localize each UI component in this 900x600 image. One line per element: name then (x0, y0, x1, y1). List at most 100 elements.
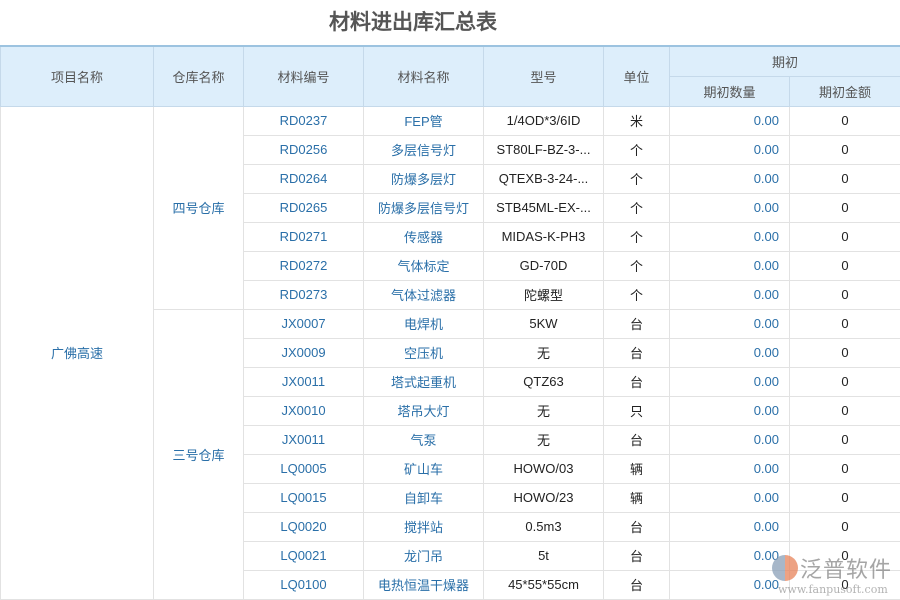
model-cell: 无 (484, 338, 604, 367)
model-cell: 无 (484, 396, 604, 425)
opening-qty-cell: 0.00 (670, 193, 790, 222)
material-code-cell[interactable]: RD0264 (244, 164, 364, 193)
material-code-cell[interactable]: JX0009 (244, 338, 364, 367)
material-code-cell[interactable]: RD0237 (244, 106, 364, 135)
model-cell: HOWO/03 (484, 454, 604, 483)
model-cell: STB45ML-EX-... (484, 193, 604, 222)
material-name-cell[interactable]: 龙门吊 (364, 541, 484, 570)
opening-qty-cell: 0.00 (670, 483, 790, 512)
header-code[interactable]: 材料编号 (244, 46, 364, 106)
unit-cell: 辆 (604, 483, 670, 512)
model-cell: MIDAS-K-PH3 (484, 222, 604, 251)
header-warehouse[interactable]: 仓库名称 (154, 46, 244, 106)
opening-amount-cell: 0 (790, 106, 900, 135)
watermark-en: www.fanpusoft.com (778, 583, 888, 596)
opening-amount-cell: 0 (790, 454, 900, 483)
unit-cell: 台 (604, 541, 670, 570)
table-row[interactable]: 广佛高速四号仓库RD0237FEP管1/4OD*3/6ID米0.000 (1, 106, 900, 135)
model-cell: 5KW (484, 309, 604, 338)
material-name-cell[interactable]: 电热恒温干燥器 (364, 570, 484, 599)
unit-cell: 台 (604, 512, 670, 541)
unit-cell: 台 (604, 367, 670, 396)
material-code-cell[interactable]: RD0256 (244, 135, 364, 164)
material-name-cell[interactable]: 塔式起重机 (364, 367, 484, 396)
opening-qty-cell: 0.00 (670, 454, 790, 483)
header-unit[interactable]: 单位 (604, 46, 670, 106)
material-name-cell[interactable]: 空压机 (364, 338, 484, 367)
opening-qty-cell: 0.00 (670, 106, 790, 135)
material-name-cell[interactable]: 气体标定 (364, 251, 484, 280)
opening-amount-cell: 0 (790, 222, 900, 251)
opening-qty-cell: 0.00 (670, 309, 790, 338)
opening-amount-cell: 0 (790, 309, 900, 338)
material-code-cell[interactable]: LQ0021 (244, 541, 364, 570)
unit-cell: 辆 (604, 454, 670, 483)
unit-cell: 个 (604, 251, 670, 280)
project-cell: 广佛高速 (1, 106, 154, 599)
opening-amount-cell: 0 (790, 338, 900, 367)
unit-cell: 台 (604, 309, 670, 338)
opening-qty-cell: 0.00 (670, 338, 790, 367)
header-opening-amount[interactable]: 期初金额 (790, 76, 900, 106)
model-cell: QTEXB-3-24-... (484, 164, 604, 193)
opening-amount-cell: 0 (790, 251, 900, 280)
material-code-cell[interactable]: LQ0005 (244, 454, 364, 483)
opening-qty-cell: 0.00 (670, 396, 790, 425)
material-code-cell[interactable]: LQ0020 (244, 512, 364, 541)
model-cell: 0.5m3 (484, 512, 604, 541)
model-cell: 无 (484, 425, 604, 454)
opening-amount-cell: 0 (790, 512, 900, 541)
material-name-cell[interactable]: 气泵 (364, 425, 484, 454)
unit-cell: 米 (604, 106, 670, 135)
material-name-cell[interactable]: 多层信号灯 (364, 135, 484, 164)
header-opening-qty[interactable]: 期初数量 (670, 76, 790, 106)
watermark-logo: 泛普软件 www.fanpusoft.com (770, 552, 895, 597)
opening-amount-cell: 0 (790, 425, 900, 454)
opening-amount-cell: 0 (790, 396, 900, 425)
header-project[interactable]: 项目名称 (1, 46, 154, 106)
material-code-cell[interactable]: LQ0015 (244, 483, 364, 512)
material-code-cell[interactable]: RD0271 (244, 222, 364, 251)
opening-qty-cell: 0.00 (670, 425, 790, 454)
material-name-cell[interactable]: 电焊机 (364, 309, 484, 338)
summary-table: 项目名称 仓库名称 材料编号 材料名称 型号 单位 期初 期初数量 期初金额 广… (0, 45, 900, 600)
opening-qty-cell: 0.00 (670, 222, 790, 251)
header-opening: 期初 (670, 46, 900, 76)
material-code-cell[interactable]: RD0265 (244, 193, 364, 222)
material-name-cell[interactable]: 搅拌站 (364, 512, 484, 541)
warehouse-cell: 三号仓库 (154, 309, 244, 599)
page-title: 材料进出库汇总表 (0, 6, 826, 36)
material-name-cell[interactable]: 传感器 (364, 222, 484, 251)
material-code-cell[interactable]: JX0011 (244, 367, 364, 396)
model-cell: 5t (484, 541, 604, 570)
material-code-cell[interactable]: JX0010 (244, 396, 364, 425)
material-code-cell[interactable]: JX0011 (244, 425, 364, 454)
material-name-cell[interactable]: 塔吊大灯 (364, 396, 484, 425)
model-cell: QTZ63 (484, 367, 604, 396)
material-name-cell[interactable]: 自卸车 (364, 483, 484, 512)
model-cell: GD-70D (484, 251, 604, 280)
header-model[interactable]: 型号 (484, 46, 604, 106)
unit-cell: 个 (604, 280, 670, 309)
opening-amount-cell: 0 (790, 367, 900, 396)
header-name[interactable]: 材料名称 (364, 46, 484, 106)
warehouse-cell: 四号仓库 (154, 106, 244, 309)
unit-cell: 个 (604, 135, 670, 164)
opening-qty-cell: 0.00 (670, 512, 790, 541)
material-name-cell[interactable]: 防爆多层信号灯 (364, 193, 484, 222)
material-code-cell[interactable]: JX0007 (244, 309, 364, 338)
watermark-cn: 泛普软件 (800, 552, 892, 584)
opening-qty-cell: 0.00 (670, 280, 790, 309)
material-name-cell[interactable]: 矿山车 (364, 454, 484, 483)
model-cell: HOWO/23 (484, 483, 604, 512)
model-cell: 45*55*55cm (484, 570, 604, 599)
unit-cell: 台 (604, 425, 670, 454)
unit-cell: 只 (604, 396, 670, 425)
material-code-cell[interactable]: RD0273 (244, 280, 364, 309)
material-name-cell[interactable]: FEP管 (364, 106, 484, 135)
material-name-cell[interactable]: 防爆多层灯 (364, 164, 484, 193)
material-code-cell[interactable]: RD0272 (244, 251, 364, 280)
material-name-cell[interactable]: 气体过滤器 (364, 280, 484, 309)
unit-cell: 台 (604, 338, 670, 367)
material-code-cell[interactable]: LQ0100 (244, 570, 364, 599)
